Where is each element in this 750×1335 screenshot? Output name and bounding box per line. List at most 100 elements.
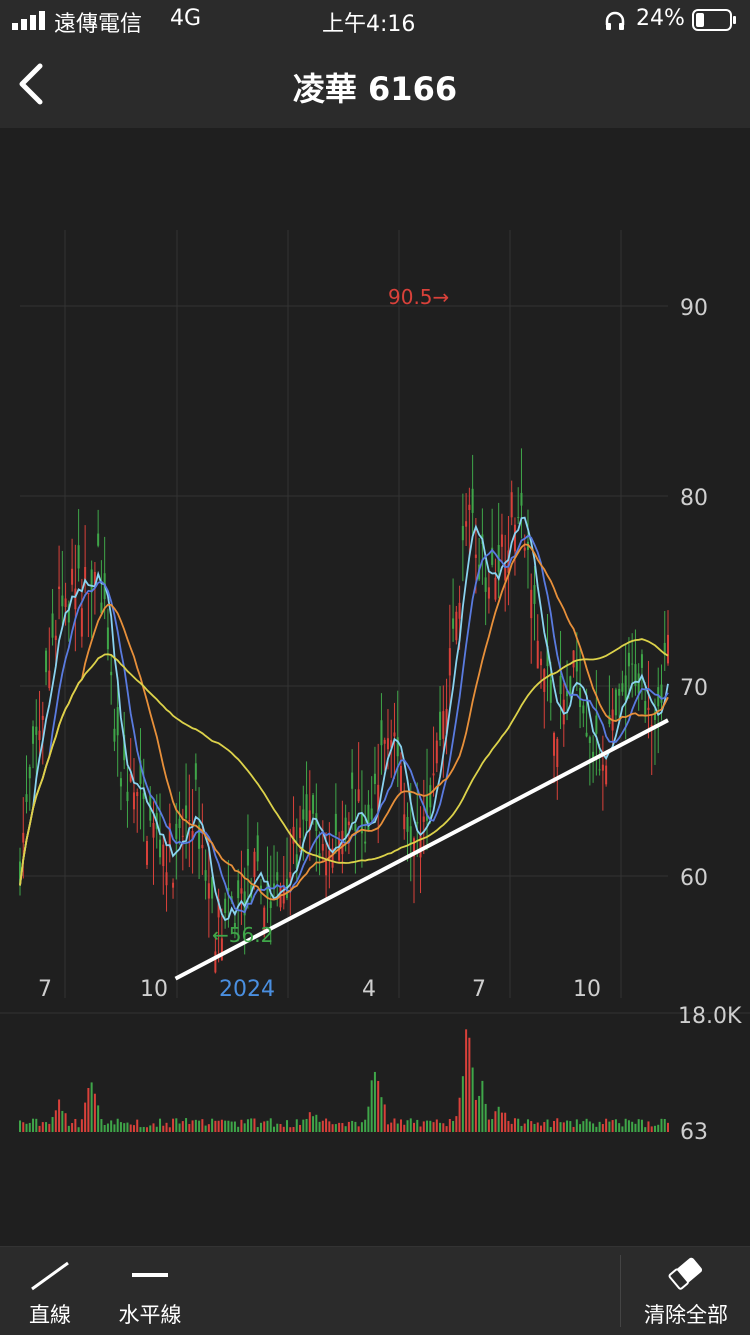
low-annotation: ←56.2 (212, 923, 273, 947)
volume-bar (240, 1119, 243, 1132)
candle-body (572, 650, 575, 668)
candle-body (90, 569, 93, 593)
volume-bar (484, 1103, 487, 1132)
volume-bar (497, 1106, 500, 1132)
volume-bar (272, 1126, 275, 1132)
volume-bar (461, 1076, 464, 1132)
volume-bar (650, 1126, 653, 1132)
candle-body (97, 533, 100, 546)
volume-bar (422, 1121, 425, 1132)
candle-body (621, 683, 624, 692)
volume-bar (435, 1119, 438, 1132)
candle-body (435, 740, 438, 764)
volume-bar (230, 1121, 233, 1132)
chart-area[interactable]: 90 80 70 60 7 10 2024 4 7 10 90.5→ ←56.2 18.0K 63 (0, 128, 750, 1246)
volume-bar (106, 1123, 109, 1132)
candle-body (575, 661, 578, 672)
horizontal-line-tool-button[interactable]: 水平線 (104, 1247, 196, 1335)
volume-bar (269, 1118, 272, 1132)
clear-all-label: 清除全部 (644, 1303, 728, 1327)
volume-bar (282, 1126, 285, 1132)
volume-bar (113, 1124, 116, 1132)
volume-bar (520, 1125, 523, 1132)
high-annotation: 90.5→ (388, 285, 449, 309)
candle-body (520, 492, 523, 506)
volume-bar (579, 1124, 582, 1132)
candle-body (74, 588, 77, 610)
clear-all-button[interactable]: 清除全部 (630, 1247, 742, 1335)
candle-body (474, 554, 477, 558)
volume-bar (614, 1119, 617, 1132)
volume-bar (45, 1122, 48, 1132)
x-tick-label: 2024 (219, 977, 275, 1002)
volume-bar (110, 1120, 113, 1132)
candle-body (406, 816, 409, 832)
volume-bar (136, 1119, 139, 1132)
volume-bar (660, 1118, 663, 1132)
volume-bar (266, 1120, 269, 1132)
volume-bar (360, 1122, 363, 1132)
candle-body (640, 654, 643, 668)
volume-bar (162, 1125, 165, 1132)
candle-body (321, 843, 324, 851)
volume-bar (188, 1123, 191, 1132)
volume-bar (416, 1119, 419, 1132)
candle-body (185, 805, 188, 819)
candle-body (152, 823, 155, 838)
candle-body (559, 675, 562, 695)
volume-max-label: 18.0K (678, 1004, 742, 1029)
price-tick-label: 80 (680, 486, 708, 511)
volume-bar (194, 1119, 197, 1132)
candle-body (162, 844, 165, 867)
volume-bar (253, 1118, 256, 1132)
volume-bar (328, 1121, 331, 1132)
volume-bar (595, 1126, 598, 1132)
volume-bar (605, 1118, 608, 1132)
volume-bar (536, 1122, 539, 1132)
candle-body (631, 663, 634, 665)
candle-body (399, 765, 402, 792)
volume-bar (543, 1122, 546, 1132)
volume-bar (598, 1121, 601, 1132)
volume-bar (390, 1122, 393, 1132)
price-chart[interactable]: 90 80 70 60 7 10 2024 4 7 10 90.5→ ←56.2 18.0K 63 (0, 128, 750, 1246)
candle-body (667, 634, 669, 664)
signal-icon (12, 11, 45, 30)
candle-body (543, 669, 546, 692)
volume-bar (452, 1120, 455, 1132)
diagonal-line-icon (31, 1261, 69, 1291)
volume-bar (64, 1113, 67, 1132)
volume-bar (331, 1124, 334, 1132)
volume-bar (233, 1121, 236, 1132)
candle-body (110, 671, 113, 676)
candle-body (113, 728, 116, 742)
volume-bar (97, 1105, 100, 1132)
volume-bar (168, 1127, 171, 1132)
volume-bar (667, 1122, 669, 1132)
volume-bar (126, 1122, 129, 1132)
volume-bar (393, 1118, 396, 1132)
volume-bar (74, 1118, 77, 1132)
line-tool-button[interactable]: 直線 (10, 1247, 90, 1335)
volume-bar (478, 1095, 481, 1132)
volume-bar (429, 1120, 432, 1132)
volume-bar (256, 1127, 259, 1132)
volume-bar (344, 1126, 347, 1132)
candle-body (347, 821, 350, 826)
volume-bar (286, 1120, 289, 1132)
volume-bar (84, 1102, 87, 1132)
volume-bar (159, 1118, 162, 1132)
candle-body (647, 707, 650, 711)
candle-body (465, 521, 468, 527)
candle-body (325, 861, 328, 876)
candle-body (370, 808, 373, 820)
volume-bar (185, 1118, 188, 1132)
candle-body (35, 726, 38, 735)
candle-body (383, 739, 386, 744)
volume-bar (370, 1080, 373, 1132)
candle-body (132, 792, 135, 810)
volume-bar (585, 1118, 588, 1132)
volume-bar (556, 1118, 559, 1132)
volume-bar (312, 1116, 315, 1132)
volume-bar (90, 1082, 93, 1132)
